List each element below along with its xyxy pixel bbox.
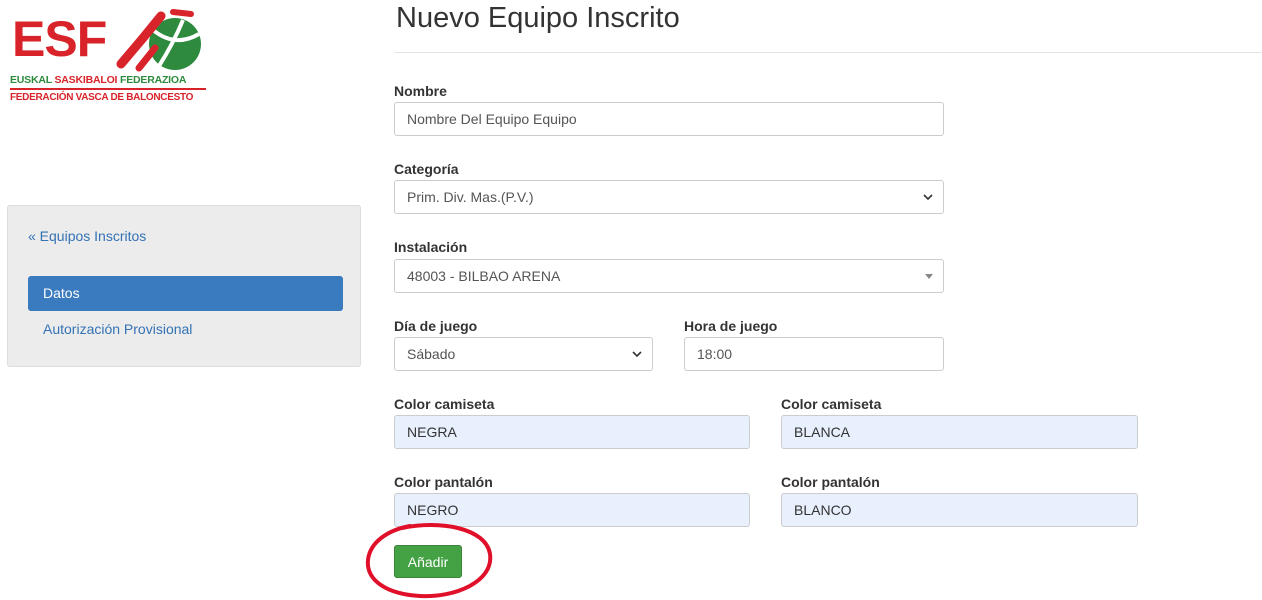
- sidebar-item-datos[interactable]: Datos: [28, 276, 343, 311]
- camiseta-input-1[interactable]: NEGRA: [394, 415, 750, 449]
- pantalon-label-1: Color pantalón: [394, 474, 493, 490]
- nombre-label: Nombre: [394, 83, 447, 99]
- instalacion-label: Instalación: [394, 239, 468, 255]
- sidebar: « Equipos Inscritos Datos Autorización P…: [7, 205, 361, 367]
- nombre-input[interactable]: Nombre Del Equipo Equipo: [394, 102, 944, 136]
- chevron-down-icon: [632, 351, 642, 358]
- title-divider: [394, 52, 1262, 53]
- pantalon-input-2[interactable]: BLANCO: [781, 493, 1138, 527]
- esf-logo[interactable]: ESF EUSKAL SASKIBALOI FEDERAZIOA FEDERAC…: [10, 6, 215, 106]
- instalacion-select[interactable]: 48003 - BILBAO ARENA: [394, 259, 944, 293]
- categoria-label: Categoría: [394, 161, 459, 177]
- hora-label: Hora de juego: [684, 318, 778, 334]
- page: ESF EUSKAL SASKIBALOI FEDERAZIOA FEDERAC…: [0, 0, 1262, 600]
- dia-select[interactable]: Sábado: [394, 337, 653, 371]
- logo-acronym: ESF: [12, 11, 107, 67]
- camiseta-label-1: Color camiseta: [394, 396, 495, 412]
- logo-line-basque: EUSKAL SASKIBALOI FEDERAZIOA: [10, 74, 187, 86]
- camiseta-input-2[interactable]: BLANCA: [781, 415, 1138, 449]
- basketball-logo-icon: [116, 9, 201, 72]
- chevron-down-icon: [923, 194, 933, 201]
- page-title: Nuevo Equipo Inscrito: [396, 2, 680, 34]
- back-to-teams-link[interactable]: « Equipos Inscritos: [28, 228, 146, 244]
- add-button[interactable]: Añadir: [394, 545, 462, 578]
- logo-divider: [10, 88, 206, 90]
- sidebar-item-autorizacion[interactable]: Autorización Provisional: [28, 312, 343, 347]
- caret-down-icon: [925, 274, 933, 279]
- dia-label: Día de juego: [394, 318, 478, 334]
- hora-input[interactable]: 18:00: [684, 337, 944, 371]
- pantalon-label-2: Color pantalón: [781, 474, 880, 490]
- camiseta-label-2: Color camiseta: [781, 396, 882, 412]
- logo-line-spanish: FEDERACIÓN VASCA DE BALONCESTO: [10, 92, 194, 103]
- pantalon-input-1[interactable]: NEGRO: [394, 493, 750, 527]
- categoria-select[interactable]: Prim. Div. Mas.(P.V.): [394, 180, 944, 214]
